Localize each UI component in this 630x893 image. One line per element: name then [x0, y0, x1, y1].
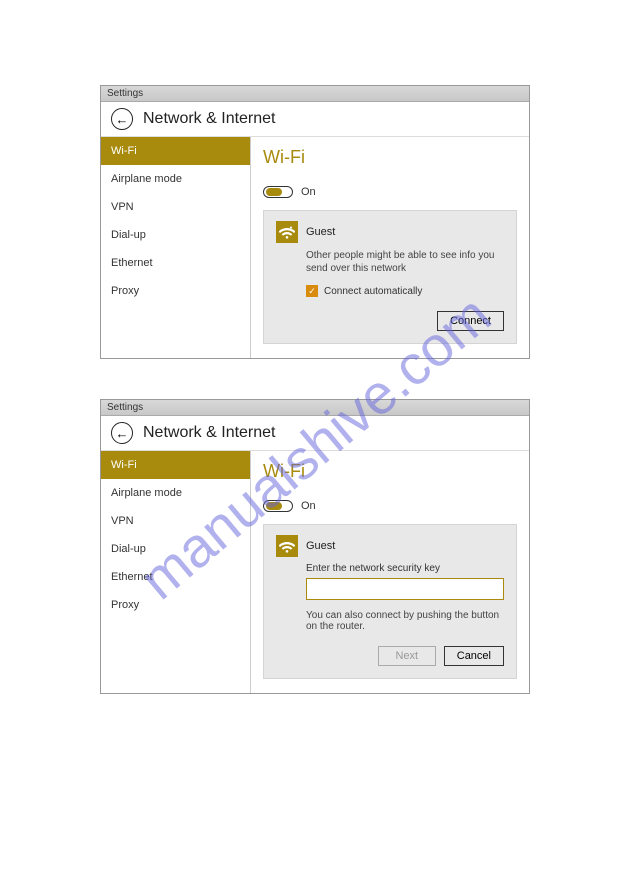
header-title: Network & Internet [143, 424, 276, 442]
sidebar: Wi-Fi Airplane mode VPN Dial-up Ethernet… [101, 451, 251, 693]
sidebar-item-proxy[interactable]: Proxy [101, 591, 250, 619]
wifi-toggle[interactable] [263, 500, 293, 512]
network-warning: Other people might be able to see info y… [306, 249, 504, 275]
wifi-icon [276, 535, 298, 557]
wifi-toggle-label: On [301, 500, 316, 512]
network-card: Guest Other people might be able to see … [263, 210, 517, 344]
main-panel: Wi-Fi On Guest Other people might be abl… [251, 137, 529, 358]
back-button[interactable]: ← [111, 108, 133, 130]
sidebar-item-proxy[interactable]: Proxy [101, 277, 250, 305]
connect-auto-row[interactable]: ✓ Connect automatically [306, 285, 504, 297]
back-button[interactable]: ← [111, 422, 133, 444]
security-key-input[interactable] [306, 578, 504, 600]
sidebar-item-dialup[interactable]: Dial-up [101, 535, 250, 563]
header-bar: ← Network & Internet [101, 416, 529, 451]
arrow-left-icon: ← [116, 427, 129, 440]
wifi-open-icon [276, 221, 298, 243]
router-hint: You can also connect by pushing the butt… [306, 610, 504, 632]
arrow-left-icon: ← [116, 113, 129, 126]
next-button[interactable]: Next [378, 646, 436, 666]
header-title: Network & Internet [143, 110, 276, 128]
sidebar-item-ethernet[interactable]: Ethernet [101, 563, 250, 591]
checkbox-icon: ✓ [306, 285, 318, 297]
connect-button[interactable]: Connect [437, 311, 504, 331]
wifi-toggle-row: On [263, 186, 517, 198]
network-card: Guest Enter the network security key You… [263, 524, 517, 679]
window-titlebar: Settings [101, 400, 529, 416]
sidebar: Wi-Fi Airplane mode VPN Dial-up Ethernet… [101, 137, 251, 358]
sidebar-item-airplane-mode[interactable]: Airplane mode [101, 165, 250, 193]
sidebar-item-dialup[interactable]: Dial-up [101, 221, 250, 249]
sidebar-item-vpn[interactable]: VPN [101, 193, 250, 221]
network-name: Guest [306, 226, 335, 238]
sidebar-item-wifi[interactable]: Wi-Fi [101, 137, 250, 165]
window-titlebar: Settings [101, 86, 529, 102]
network-name: Guest [306, 540, 335, 552]
page-title: Wi-Fi [263, 461, 517, 482]
header-bar: ← Network & Internet [101, 102, 529, 137]
page-title: Wi-Fi [263, 147, 517, 168]
sidebar-item-airplane-mode[interactable]: Airplane mode [101, 479, 250, 507]
main-panel: Wi-Fi On Guest Enter the network securit… [251, 451, 529, 693]
settings-window-2: Settings ← Network & Internet Wi-Fi Airp… [100, 399, 530, 694]
wifi-toggle-label: On [301, 186, 316, 198]
wifi-toggle-row: On [263, 500, 517, 512]
settings-window-1: Settings ← Network & Internet Wi-Fi Airp… [100, 85, 530, 359]
connect-auto-label: Connect automatically [324, 286, 422, 297]
wifi-toggle[interactable] [263, 186, 293, 198]
cancel-button[interactable]: Cancel [444, 646, 504, 666]
sidebar-item-ethernet[interactable]: Ethernet [101, 249, 250, 277]
security-key-label: Enter the network security key [306, 563, 504, 574]
sidebar-item-vpn[interactable]: VPN [101, 507, 250, 535]
sidebar-item-wifi[interactable]: Wi-Fi [101, 451, 250, 479]
